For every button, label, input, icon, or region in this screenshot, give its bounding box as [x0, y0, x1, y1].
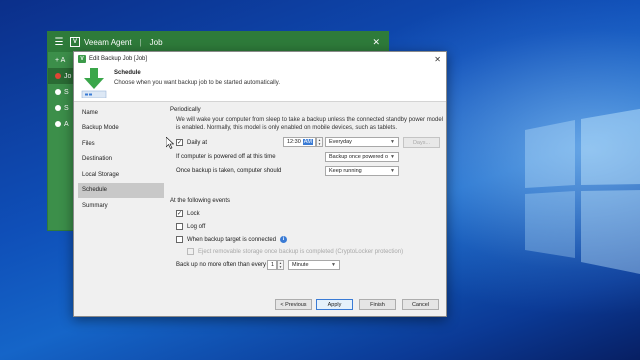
periodically-heading: Periodically — [170, 107, 201, 113]
time-spinner[interactable]: ▲ ▼ — [316, 137, 323, 147]
windows-logo-icon — [525, 108, 640, 274]
veeam-sidebar: + A Jo S S A — [48, 52, 74, 132]
cancel-button[interactable]: Cancel — [402, 299, 439, 310]
after-backup-select[interactable]: Keep running ▼ — [325, 166, 399, 176]
veeam-logo-icon: V — [70, 37, 80, 47]
hamburger-menu-icon[interactable]: ☰ — [48, 37, 70, 48]
logoff-checkbox[interactable] — [176, 223, 183, 230]
mouse-cursor-icon — [166, 137, 174, 149]
page-subtitle: Choose when you want backup job to be st… — [114, 80, 280, 86]
standby-note-line2: is enabled. Normally, this model is only… — [176, 125, 398, 131]
sidebar-icon — [55, 89, 61, 95]
chevron-down-icon: ▼ — [331, 262, 336, 268]
close-icon[interactable]: ✕ — [372, 37, 380, 48]
sidebar-item-a[interactable]: A — [48, 116, 74, 132]
dialog-title: Edit Backup Job [Job] — [89, 56, 148, 62]
finish-button[interactable]: Finish — [359, 299, 396, 310]
edit-backup-job-dialog: V Edit Backup Job [Job] ✕ Schedule Choos… — [73, 51, 447, 317]
nav-item-local-storage[interactable]: Local Storage — [78, 167, 164, 183]
limit-value-input[interactable]: 1 — [267, 260, 277, 270]
daily-label: Daily at — [187, 140, 208, 146]
nav-item-backup-mode[interactable]: Backup Mode — [78, 121, 164, 137]
sidebar-item-s2[interactable]: S — [48, 100, 74, 116]
sidebar-item-job[interactable]: Jo — [48, 68, 74, 84]
days-button[interactable]: Days... — [403, 137, 440, 148]
apply-button[interactable]: Apply — [316, 299, 353, 310]
sidebar-item-s1[interactable]: S — [48, 84, 74, 100]
veeam-app-icon: V — [78, 55, 86, 63]
wizard-footer: < Previous Apply Finish Cancel — [74, 297, 446, 315]
previous-button[interactable]: < Previous — [275, 299, 312, 310]
nav-item-name[interactable]: Name — [78, 105, 164, 121]
nav-item-schedule[interactable]: Schedule — [78, 182, 164, 198]
nav-item-summary[interactable]: Summary — [78, 198, 164, 214]
nav-item-destination[interactable]: Destination — [78, 152, 164, 168]
chevron-down-icon: ▼ — [390, 154, 395, 160]
lock-checkbox[interactable]: ✓ — [176, 210, 183, 217]
frequency-select[interactable]: Everyday ▼ — [325, 137, 399, 147]
chevron-down-icon: ▼ — [390, 139, 395, 145]
wizard-nav: Name Backup Mode Files Destination Local… — [78, 105, 164, 214]
eject-storage-checkbox[interactable] — [187, 248, 194, 255]
page-title: Schedule — [114, 70, 141, 76]
wizard-header: Schedule Choose when you want backup job… — [74, 66, 446, 102]
nav-item-files[interactable]: Files — [78, 136, 164, 152]
about-icon — [55, 121, 61, 127]
schedule-content: Periodically We will wake your computer … — [170, 105, 444, 295]
limit-unit-select[interactable]: Minute ▼ — [288, 260, 340, 270]
dialog-titlebar: V Edit Backup Job [Job] ✕ — [74, 52, 446, 66]
sidebar-item-add[interactable]: + A — [48, 52, 74, 68]
info-icon[interactable]: i — [280, 236, 287, 243]
help-icon — [55, 105, 61, 111]
limit-spinner[interactable]: ▲ ▼ — [277, 260, 284, 270]
title-separator: | — [139, 37, 142, 47]
target-connected-checkbox[interactable] — [176, 236, 183, 243]
logoff-label: Log off — [187, 224, 206, 230]
daily-checkbox[interactable]: ✓ — [176, 139, 183, 146]
target-connected-label: When backup target is connected — [187, 237, 277, 243]
limit-label: Back up no more often than every — [176, 262, 267, 268]
app-name: Veeam Agent — [84, 37, 132, 47]
error-icon — [55, 73, 61, 79]
powered-off-label: If computer is powered off at this time — [176, 154, 276, 160]
lock-label: Lock — [187, 211, 200, 217]
chevron-down-icon: ▼ — [390, 168, 395, 174]
events-heading: At the following events — [170, 198, 231, 204]
close-icon[interactable]: ✕ — [434, 55, 441, 64]
eject-storage-label: Eject removable storage once backup is c… — [198, 249, 404, 255]
download-arrow-icon — [81, 68, 107, 98]
section-name: Job — [149, 37, 163, 47]
powered-off-select[interactable]: Backup once powered o ▼ — [325, 152, 399, 162]
after-backup-label: Once backup is taken, computer should — [176, 168, 282, 174]
veeam-titlebar: ☰ V Veeam Agent | Job ✕ — [48, 32, 388, 52]
time-input[interactable]: 12:30 AM — [283, 137, 316, 147]
standby-note-line1: We will wake your computer from sleep to… — [176, 117, 444, 123]
